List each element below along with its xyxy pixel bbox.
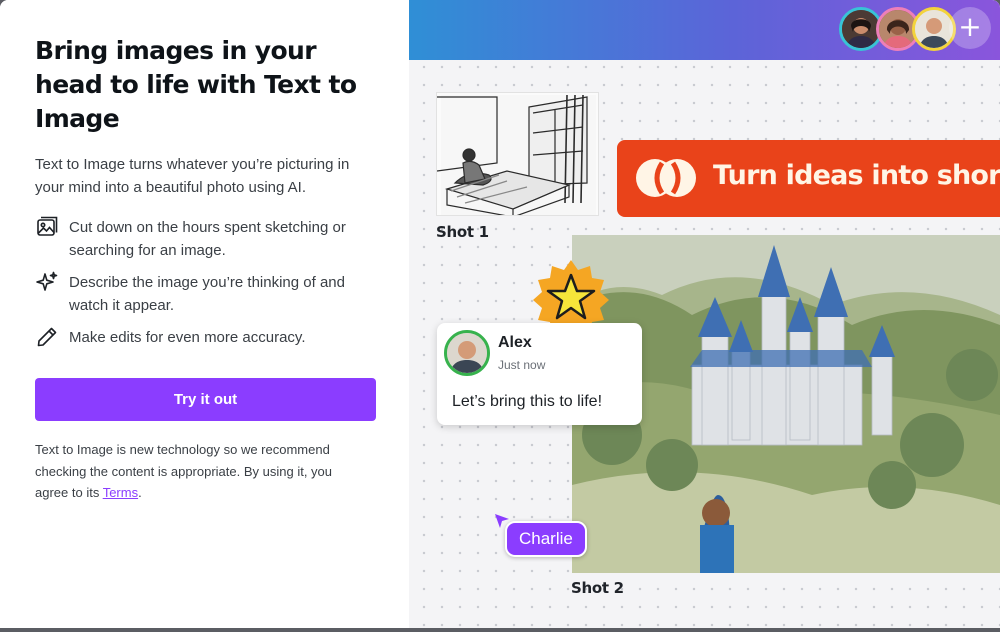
commenter-avatar bbox=[444, 330, 490, 376]
disclaimer: Text to Image is new technology so we re… bbox=[35, 439, 365, 504]
feature-text: Cut down on the hours spent sketching or… bbox=[69, 219, 346, 259]
feature-text: Describe the image you’re thinking of an… bbox=[69, 274, 345, 314]
feature-item: Describe the image you’re thinking of an… bbox=[35, 271, 375, 317]
video-banner: Turn ideas into short videos bbox=[617, 140, 1000, 217]
feature-item: Make edits for even more accuracy. bbox=[35, 326, 375, 349]
feature-text: Make edits for even more accuracy. bbox=[69, 329, 306, 346]
backdrop-strip bbox=[0, 628, 1000, 632]
comment-message: Let’s bring this to life! bbox=[452, 393, 603, 410]
sparkle-icon bbox=[36, 271, 58, 291]
disclaimer-text: Text to Image is new technology so we re… bbox=[35, 442, 333, 500]
terms-link[interactable]: Terms bbox=[103, 485, 138, 500]
image-icon bbox=[37, 216, 58, 236]
banner-text: Turn ideas into short videos bbox=[713, 160, 1000, 191]
info-panel: Bring images in your head to life with T… bbox=[0, 0, 409, 628]
dialog-title: Bring images in your head to life with T… bbox=[35, 36, 357, 133]
preview-illustration: + Shot 1 Turn ideas into shor Shot 2 Ale… bbox=[409, 0, 1000, 628]
disclaimer-end: . bbox=[138, 485, 142, 500]
comment-timestamp: Just now bbox=[498, 358, 546, 372]
shot-1-label: Shot 1 bbox=[436, 223, 489, 241]
video-logo-icon bbox=[636, 159, 696, 197]
shot-2-label: Shot 2 bbox=[571, 579, 624, 597]
dialog-description: Text to Image turns whatever you’re pict… bbox=[35, 156, 350, 196]
try-it-out-button[interactable]: Try it out bbox=[35, 378, 376, 421]
collaborator-cursor-label: Charlie bbox=[505, 521, 587, 557]
text-to-image-dialog: Bring images in your head to life with T… bbox=[0, 0, 1000, 628]
shot-1-sketch bbox=[436, 92, 599, 216]
add-collaborator-button[interactable]: + bbox=[949, 7, 991, 49]
feature-item: Cut down on the hours spent sketching or… bbox=[35, 216, 375, 262]
comment-card: Alex Just now Let’s bring this to life! bbox=[437, 323, 642, 425]
pencil-icon bbox=[37, 327, 57, 347]
commenter-name: Alex bbox=[498, 334, 532, 351]
feature-list: Cut down on the hours spent sketching or… bbox=[35, 216, 375, 349]
